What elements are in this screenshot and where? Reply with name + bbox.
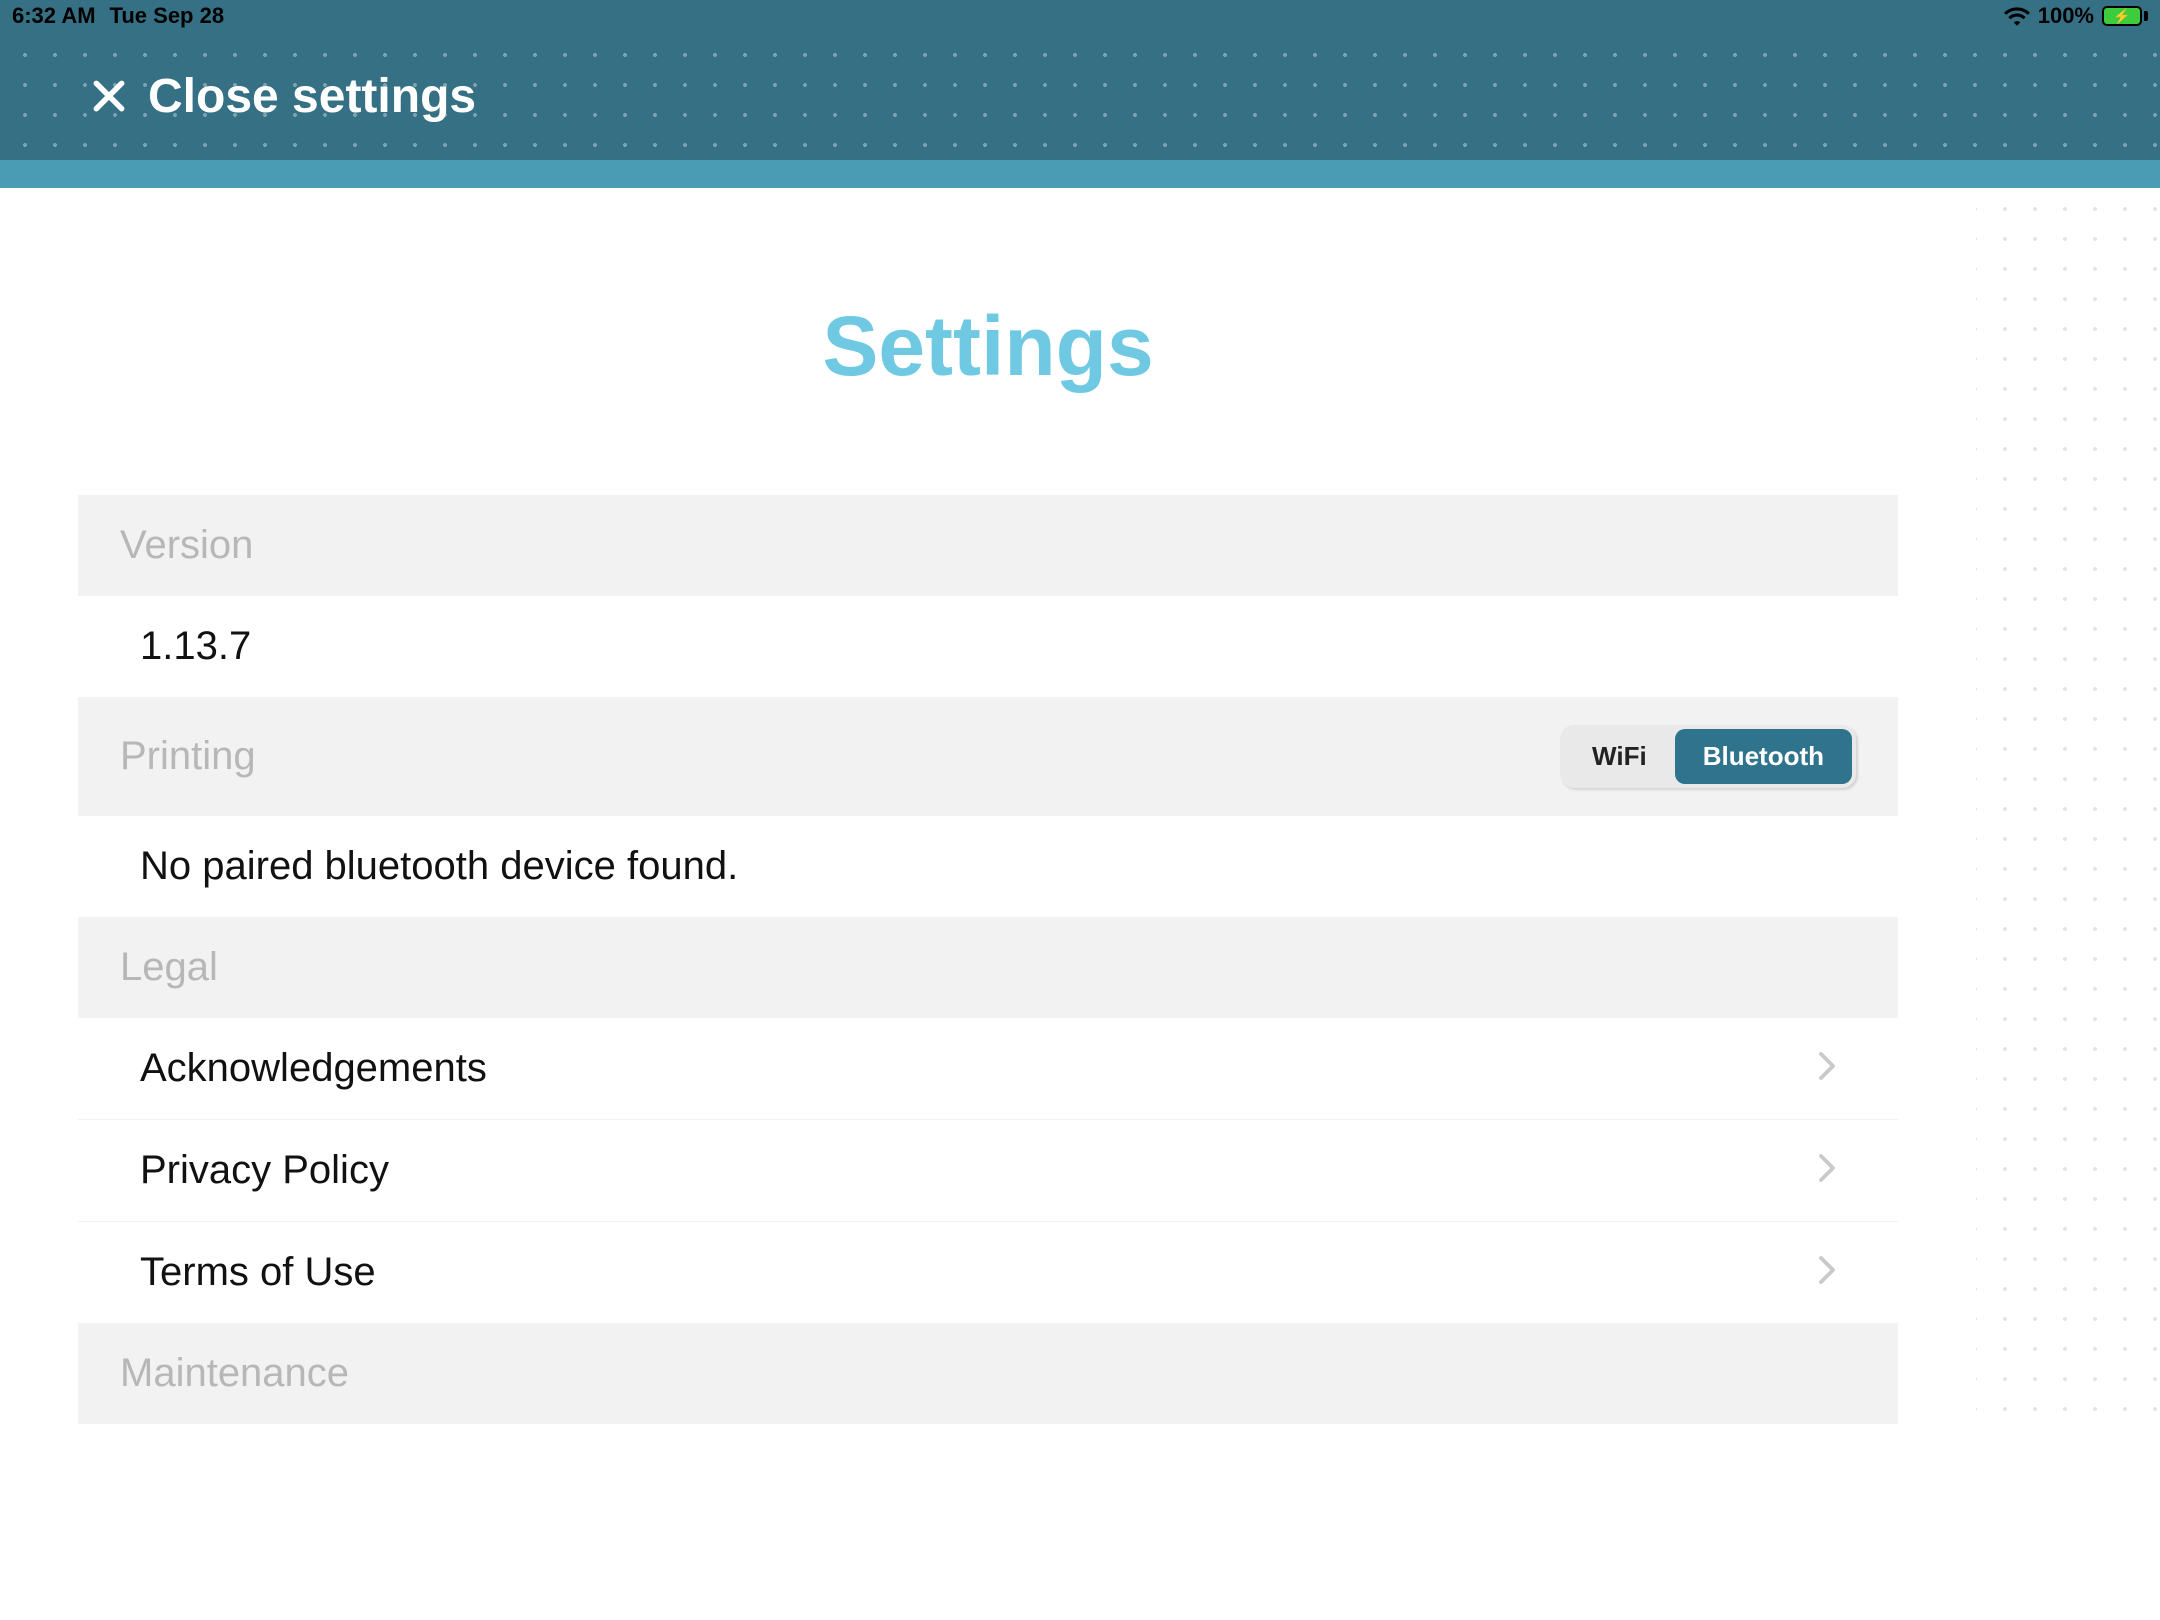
- legal-item-acknowledgements[interactable]: Acknowledgements: [78, 1018, 1898, 1120]
- close-icon: [90, 77, 128, 115]
- printing-mode-segmented[interactable]: WiFi Bluetooth: [1560, 725, 1856, 788]
- legal-item-terms[interactable]: Terms of Use: [78, 1222, 1898, 1323]
- header-accent-strip: [0, 160, 2160, 188]
- section-header-maintenance: Maintenance: [78, 1323, 1898, 1424]
- printing-status-row: No paired bluetooth device found.: [78, 816, 1898, 917]
- section-header-label: Version: [120, 523, 253, 568]
- status-bar: 6:32 AM Tue Sep 28 100% ⚡: [0, 0, 2160, 32]
- section-header-label: Maintenance: [120, 1351, 349, 1396]
- chevron-right-icon: [1818, 1148, 1836, 1193]
- segment-bluetooth[interactable]: Bluetooth: [1675, 729, 1852, 784]
- section-header-version: Version: [78, 495, 1898, 596]
- version-value: 1.13.7: [140, 624, 251, 669]
- status-battery-pct: 100%: [2038, 3, 2094, 29]
- section-header-printing: Printing WiFi Bluetooth: [78, 697, 1898, 816]
- segment-wifi[interactable]: WiFi: [1564, 729, 1675, 784]
- section-header-label: Legal: [120, 945, 218, 990]
- section-header-legal: Legal: [78, 917, 1898, 1018]
- battery-icon: ⚡: [2102, 6, 2148, 26]
- chevron-right-icon: [1818, 1250, 1836, 1295]
- list-item-label: Terms of Use: [140, 1250, 376, 1295]
- printing-status-text: No paired bluetooth device found.: [140, 844, 738, 889]
- close-settings-label: Close settings: [148, 69, 476, 124]
- version-row: 1.13.7: [78, 596, 1898, 697]
- page-title: Settings: [0, 298, 1976, 395]
- wifi-icon: [2004, 6, 2030, 26]
- section-header-label: Printing: [120, 734, 256, 779]
- legal-item-privacy[interactable]: Privacy Policy: [78, 1120, 1898, 1222]
- settings-list: Version 1.13.7 Printing WiFi Bluetooth N…: [78, 495, 1898, 1424]
- list-item-label: Privacy Policy: [140, 1148, 389, 1193]
- list-item-label: Acknowledgements: [140, 1046, 487, 1091]
- status-date: Tue Sep 28: [110, 3, 225, 29]
- status-time: 6:32 AM: [12, 3, 96, 29]
- app-header: Close settings: [0, 32, 2160, 160]
- chevron-right-icon: [1818, 1046, 1836, 1091]
- close-settings-button[interactable]: Close settings: [90, 69, 476, 124]
